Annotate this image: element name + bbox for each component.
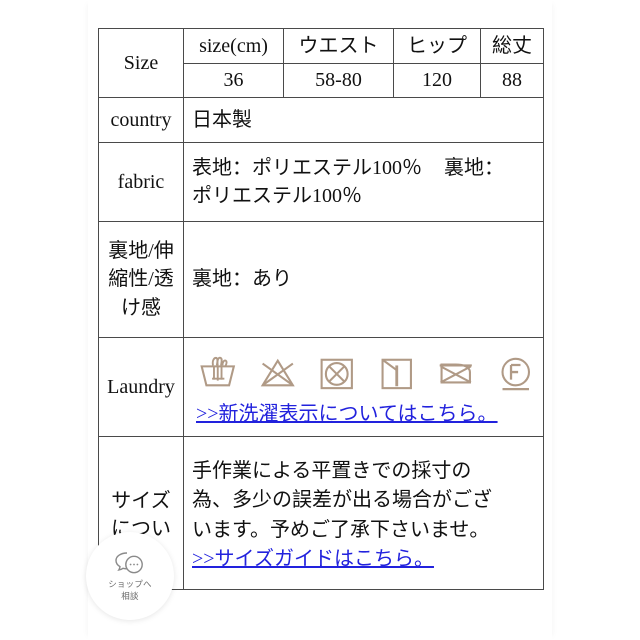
do-not-iron-icon [439, 363, 472, 384]
value-waist: 58-80 [283, 63, 394, 98]
chat-widget-label-line-1: ショップへ [108, 579, 152, 590]
value-hip: 120 [393, 63, 481, 98]
table-row: Size size(cm) ウエスト ヒップ 総丈 [98, 28, 544, 98]
row-label-lining-stretch-sheerness: 裏地/伸縮性/透け感 [98, 221, 184, 338]
value-total-length: 88 [480, 63, 544, 98]
shop-consult-chat-widget[interactable]: ショップへ 相談 [86, 532, 174, 620]
size-guide-link[interactable]: >>サイズガイドはこちら。 [192, 545, 434, 573]
table-row: 裏地/伸縮性/透け感 裏地：あり [98, 221, 544, 338]
value-size-cm: 36 [183, 63, 284, 98]
size-note-line-3: います。予めご了承下さいませ。 [192, 518, 490, 541]
value-country: 日本製 [183, 97, 544, 143]
row-label-size: Size [98, 28, 184, 98]
new-laundry-label-link[interactable]: >>新洗濯表示についてはこちら。 [196, 400, 498, 428]
do-not-tumble-dry-icon [320, 358, 353, 389]
size-note-line-1: 手作業による平置きでの採寸の [192, 459, 472, 482]
row-label-laundry: Laundry [98, 337, 184, 437]
row-label-fabric: fabric [98, 142, 184, 222]
column-header-total-length: 総丈 [480, 28, 544, 64]
laundry-symbol-row [190, 346, 537, 396]
dry-clean-petroleum-solvent-mild-icon [500, 357, 530, 391]
table-row: fabric 表地：ポリエステル100％ 裏地： ポリエステル100％ [98, 142, 544, 222]
hand-wash-tub-icon [200, 356, 236, 387]
table-row: Laundry >>新洗濯表示についてはこちら。 [98, 337, 544, 437]
fabric-lining-label: 裏地： [444, 156, 504, 179]
value-laundry: >>新洗濯表示についてはこちら。 [183, 337, 544, 437]
column-header-hip: ヒップ [393, 28, 481, 64]
value-lining: 裏地：あり [183, 221, 544, 338]
fabric-line-1: 表地：ポリエステル100％ 裏地： [192, 154, 535, 182]
column-header-size-cm: size(cm) [183, 28, 284, 64]
chat-widget-label-line-2: 相談 [121, 590, 139, 601]
speech-bubbles-icon [115, 552, 143, 574]
value-size-note: 手作業による平置きでの採寸の 為、多少の誤差が出る場合がござ います。予めご了承… [183, 436, 544, 590]
product-spec-table: Size size(cm) ウエスト ヒップ 総丈 36 58-80 120 8… [98, 28, 544, 590]
do-not-bleach-icon [260, 358, 295, 387]
value-fabric: 表地：ポリエステル100％ 裏地： ポリエステル100％ [183, 142, 544, 222]
column-header-waist: ウエスト [283, 28, 394, 64]
size-note-line-2: 為、多少の誤差が出る場合がござ [192, 489, 492, 512]
laundry-link-container: >>新洗濯表示についてはこちら。 [190, 396, 537, 428]
row-label-country: country [98, 97, 184, 143]
drip-dry-in-shade-icon [381, 358, 412, 389]
fabric-line-2: ポリエステル100％ [192, 185, 362, 207]
fabric-outer-material: 表地：ポリエステル100％ [192, 156, 422, 179]
table-row: country 日本製 [98, 97, 544, 143]
